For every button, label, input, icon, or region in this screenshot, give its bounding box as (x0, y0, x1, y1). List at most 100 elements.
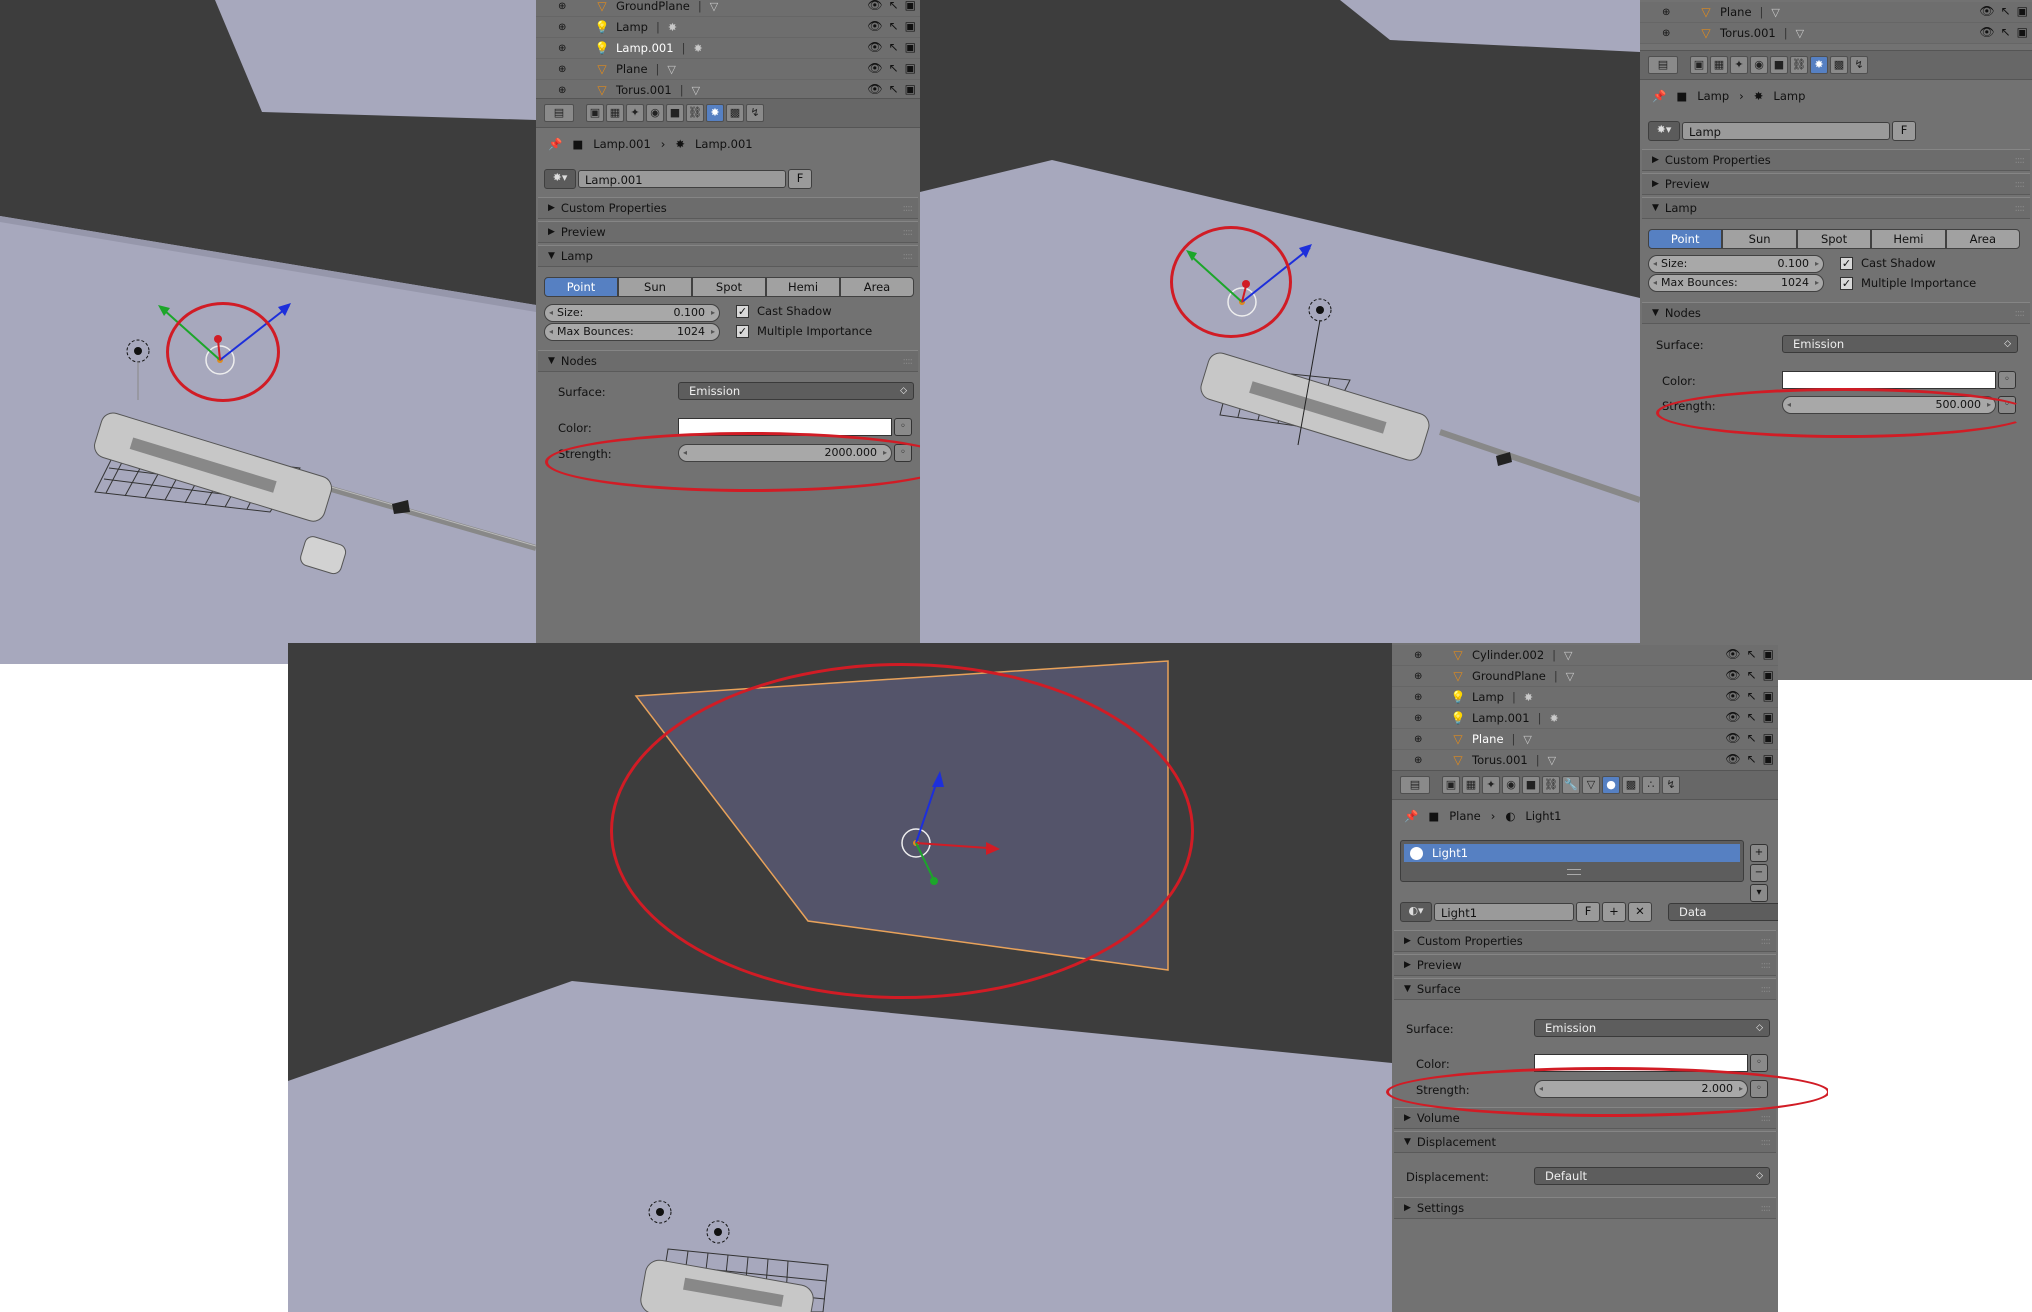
outliner-item-name[interactable]: Plane (1472, 732, 1504, 746)
scene-tab-icon[interactable]: ✦ (1482, 776, 1500, 794)
fake-user-button[interactable]: F (1576, 902, 1600, 922)
camera-icon[interactable]: ▣ (2017, 4, 2028, 18)
cursor-icon[interactable]: ↖ (1747, 710, 1757, 724)
tree-expand-icon[interactable]: ⊕ (536, 43, 594, 54)
physics-tab-icon[interactable]: ↯ (1850, 56, 1868, 74)
section-preview[interactable]: ▶ Preview:::: (1642, 173, 2030, 195)
outliner-row[interactable]: ⊕ ▽ Cylinder.002 | ▽ 👁 ↖ ▣ (1392, 645, 1778, 666)
camera-icon[interactable]: ▣ (2017, 25, 2028, 39)
texture-tab-icon[interactable]: ▩ (1622, 776, 1640, 794)
cursor-icon[interactable]: ↖ (1747, 689, 1757, 703)
outliner-item-name[interactable]: GroundPlane (616, 0, 690, 13)
world-tab-icon[interactable]: ◉ (646, 104, 664, 122)
scene-tab-icon[interactable]: ✦ (1730, 56, 1748, 74)
cast-shadow-checkbox[interactable]: ✓ Cast Shadow (1840, 256, 1936, 270)
section-custom-properties[interactable]: ▶ Custom Properties:::: (1642, 149, 2030, 171)
camera-icon[interactable]: ▣ (1763, 668, 1774, 682)
unlink-material-button[interactable]: ✕ (1628, 902, 1652, 922)
eye-icon[interactable]: 👁 (867, 61, 882, 75)
lamp-data-tab-icon[interactable]: ✸ (1810, 56, 1828, 74)
eye-icon[interactable]: 👁 (1725, 731, 1740, 745)
render-tab-icon[interactable]: ▣ (1442, 776, 1460, 794)
outliner-row[interactable]: ⊕ ▽ GroundPlane | ▽ 👁 ↖ ▣ (536, 0, 920, 17)
outliner-row[interactable]: ⊕ 💡 Lamp.001 | ✸ 👁 ↖ ▣ (1392, 708, 1778, 729)
section-preview[interactable]: ▶ Preview:::: (538, 221, 918, 243)
camera-icon[interactable]: ▣ (1763, 647, 1774, 661)
surface-dropdown[interactable]: Emission ◇ (678, 382, 914, 400)
pin-icon[interactable]: 📌 (1652, 89, 1666, 103)
tree-expand-icon[interactable]: ⊕ (536, 85, 594, 96)
object-tab-icon[interactable]: ■ (1522, 776, 1540, 794)
cast-shadow-checkbox[interactable]: ✓ Cast Shadow (736, 304, 832, 318)
camera-icon[interactable]: ▣ (1763, 689, 1774, 703)
fake-user-button[interactable]: F (1892, 121, 1916, 141)
strength-field[interactable]: ◂ 2.000 ▸ (1534, 1080, 1748, 1098)
editor-type-button[interactable]: ▤ (1648, 56, 1678, 74)
list-resize-handle[interactable] (1567, 869, 1581, 875)
color-swatch[interactable] (678, 418, 892, 436)
lamp-type-hemi-button[interactable]: Hemi (766, 277, 840, 297)
3d-viewport[interactable] (288, 643, 1392, 1312)
layers-tab-icon[interactable]: ▦ (1462, 776, 1480, 794)
section-nodes[interactable]: ▼ Nodes:::: (538, 350, 918, 372)
lamp-type-area-button[interactable]: Area (840, 277, 914, 297)
displacement-dropdown[interactable]: Default ◇ (1534, 1167, 1770, 1185)
color-socket-button[interactable]: ◦ (894, 418, 912, 436)
color-socket-button[interactable]: ◦ (1998, 371, 2016, 389)
lamp-type-point-button[interactable]: Point (1648, 229, 1723, 249)
outliner-item-name[interactable]: Lamp.001 (1472, 711, 1530, 725)
section-displacement[interactable]: ▼ Displacement:::: (1394, 1131, 1776, 1153)
surface-dropdown[interactable]: Emission ◇ (1782, 335, 2018, 353)
material-tab-icon[interactable]: ● (1602, 776, 1620, 794)
outliner-item-name[interactable]: Lamp.001 (616, 41, 674, 55)
material-browse-icon[interactable]: ◐▾ (1400, 902, 1432, 922)
section-settings[interactable]: ▶ Settings:::: (1394, 1197, 1776, 1219)
object-tab-icon[interactable]: ■ (1770, 56, 1788, 74)
section-preview[interactable]: ▶ Preview:::: (1394, 954, 1776, 976)
constraints-tab-icon[interactable]: ⛓ (1542, 776, 1560, 794)
outliner-row[interactable]: ⊕ 💡 Lamp | ✸ 👁 ↖ ▣ (536, 17, 920, 38)
outliner-row[interactable]: ⊕ ▽ Torus.001 | ▽ 👁 ↖ ▣ (1392, 750, 1778, 771)
section-lamp[interactable]: ▼ Lamp:::: (538, 245, 918, 267)
tree-expand-icon[interactable]: ⊕ (536, 1, 594, 12)
new-material-button[interactable]: + (1602, 902, 1626, 922)
outliner-item-name[interactable]: Torus.001 (1472, 753, 1528, 767)
section-custom-properties[interactable]: ▶ Custom Properties:::: (538, 197, 918, 219)
lamp-type-spot-button[interactable]: Spot (1796, 229, 1872, 249)
modifiers-tab-icon[interactable]: 🔧 (1562, 776, 1580, 794)
world-tab-icon[interactable]: ◉ (1750, 56, 1768, 74)
texture-tab-icon[interactable]: ▩ (1830, 56, 1848, 74)
lamp-type-sun-button[interactable]: Sun (618, 277, 692, 297)
strength-socket-button[interactable]: ◦ (1750, 1080, 1768, 1098)
camera-icon[interactable]: ▣ (905, 0, 916, 12)
pin-icon[interactable]: 📌 (548, 137, 562, 151)
3d-viewport[interactable] (920, 0, 1640, 645)
tree-expand-icon[interactable]: ⊕ (1392, 755, 1450, 766)
outliner-item-name[interactable]: Torus.001 (1720, 26, 1776, 40)
color-swatch[interactable] (1782, 371, 1996, 389)
color-socket-button[interactable]: ◦ (1750, 1054, 1768, 1072)
editor-type-button[interactable]: ▤ (544, 104, 574, 122)
lamp-browse-icon[interactable]: ✸▾ (544, 169, 576, 189)
outliner-item-name[interactable]: GroundPlane (1472, 669, 1546, 683)
physics-tab-icon[interactable]: ↯ (1662, 776, 1680, 794)
strength-socket-button[interactable]: ◦ (1998, 396, 2016, 414)
section-custom-properties[interactable]: ▶ Custom Properties:::: (1394, 930, 1776, 952)
tree-expand-icon[interactable]: ⊕ (1392, 671, 1450, 682)
cursor-icon[interactable]: ↖ (1747, 668, 1757, 682)
tree-expand-icon[interactable]: ⊕ (1640, 28, 1698, 39)
outliner-row[interactable]: ⊕ ▽ Torus.001 | ▽ 👁 ↖ ▣ (1640, 23, 2032, 44)
strength-field[interactable]: ◂ 500.000 ▸ (1782, 396, 1996, 414)
scene-tab-icon[interactable]: ✦ (626, 104, 644, 122)
camera-icon[interactable]: ▣ (905, 61, 916, 75)
cursor-icon[interactable]: ↖ (2001, 25, 2011, 39)
section-surface[interactable]: ▼ Surface:::: (1394, 978, 1776, 1000)
eye-icon[interactable]: 👁 (1725, 668, 1740, 682)
tree-expand-icon[interactable]: ⊕ (536, 64, 594, 75)
layers-tab-icon[interactable]: ▦ (606, 104, 624, 122)
tree-expand-icon[interactable]: ⊕ (1392, 734, 1450, 745)
constraints-tab-icon[interactable]: ⛓ (686, 104, 704, 122)
outliner-row[interactable]: ⊕ ▽ Plane | ▽ 👁 ↖ ▣ (1392, 729, 1778, 750)
eye-icon[interactable]: 👁 (1979, 4, 1994, 18)
eye-icon[interactable]: 👁 (867, 0, 882, 12)
